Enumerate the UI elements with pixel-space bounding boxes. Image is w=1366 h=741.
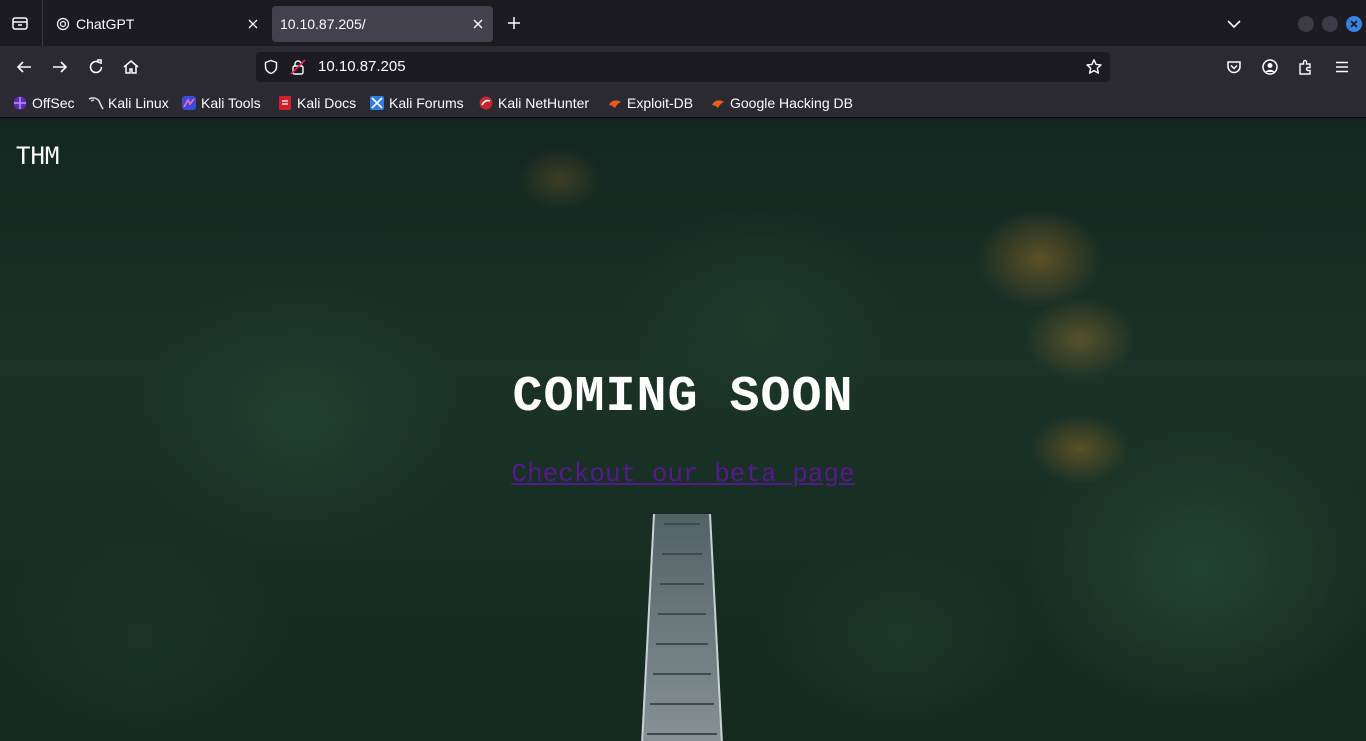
site-logo[interactable]: THM (16, 142, 59, 170)
exploit-db-icon (607, 95, 623, 111)
close-tab-icon[interactable] (244, 15, 262, 33)
bookmark-google-hacking-db[interactable]: Google Hacking DB (710, 94, 853, 112)
hamburger-menu-icon (1336, 61, 1348, 73)
beta-page-link[interactable]: Checkout our beta page (511, 459, 854, 489)
page-viewport: THM COMING SOON Checkout our beta page (0, 119, 1366, 741)
plus-icon (508, 17, 520, 29)
tab-title: 10.10.87.205/ (280, 16, 366, 32)
new-tab-button[interactable] (503, 12, 525, 34)
tab-strip: ChatGPT 10.10.87.205/ (0, 0, 1366, 46)
bookmark-exploit-db[interactable]: Exploit-DB (607, 94, 693, 112)
suspension-bridge-image (641, 514, 723, 741)
bookmark-star-icon[interactable] (1084, 57, 1104, 77)
url-text[interactable]: 10.10.87.205 (318, 58, 406, 75)
insecure-lock-icon[interactable] (289, 58, 307, 76)
offsec-icon (12, 95, 28, 111)
bookmark-label: Kali Linux (108, 95, 169, 111)
account-button[interactable] (1258, 55, 1282, 79)
app-menu-button[interactable] (1330, 55, 1354, 79)
kali-forums-icon (369, 95, 385, 111)
home-button[interactable] (119, 55, 143, 79)
close-tab-icon[interactable] (469, 15, 487, 33)
close-icon (1350, 20, 1358, 28)
tab-chatgpt[interactable]: ChatGPT (46, 6, 268, 42)
bookmark-offsec[interactable]: OffSec (12, 94, 75, 112)
navigation-toolbar: 10.10.87.205 (0, 46, 1366, 88)
tab-overflow-button[interactable] (1223, 13, 1245, 35)
bookmarks-toolbar: OffSec Kali Linux Kali Tools Kali Docs K… (0, 88, 1366, 118)
arrow-left-icon (16, 61, 31, 73)
kali-nethunter-icon (478, 95, 494, 111)
kali-docs-icon (277, 95, 293, 111)
list-all-tabs-button[interactable] (6, 9, 34, 37)
bookmark-label: Kali Docs (297, 95, 357, 111)
bookmark-label: Kali NetHunter (498, 95, 590, 111)
bookmark-label: Google Hacking DB (730, 95, 853, 111)
pocket-icon (1227, 61, 1241, 74)
maximize-window-button[interactable] (1322, 16, 1338, 32)
bookmark-label: Kali Forums (389, 95, 464, 111)
pocket-button[interactable] (1222, 55, 1246, 79)
bookmark-kali-docs[interactable]: Kali Docs (277, 94, 356, 112)
address-bar[interactable]: 10.10.87.205 (256, 52, 1110, 82)
puzzle-icon (1299, 59, 1311, 75)
tracking-protection-shield-icon[interactable] (262, 58, 280, 76)
kali-tools-icon (181, 95, 197, 111)
bookmark-kali-forums[interactable]: Kali Forums (369, 94, 464, 112)
tab-divider (42, 0, 43, 46)
close-window-button[interactable] (1346, 16, 1362, 32)
bookmark-label: OffSec (32, 95, 75, 111)
page-title: COMING SOON (512, 369, 854, 426)
reload-button[interactable] (84, 55, 108, 79)
forward-button[interactable] (48, 55, 72, 79)
account-icon (1262, 59, 1278, 75)
back-button[interactable] (12, 55, 36, 79)
bookmark-kali-nethunter[interactable]: Kali NetHunter (478, 94, 589, 112)
arrow-right-icon (53, 61, 68, 73)
bookmark-kali-tools[interactable]: Kali Tools (181, 94, 261, 112)
minimize-window-button[interactable] (1298, 16, 1314, 32)
tab-active-site[interactable]: 10.10.87.205/ (272, 6, 493, 42)
tab-manager-icon (12, 17, 28, 30)
exploit-db-icon (710, 95, 726, 111)
bookmark-label: Exploit-DB (627, 95, 694, 111)
extensions-button[interactable] (1294, 55, 1318, 79)
tab-title: ChatGPT (76, 16, 135, 32)
bookmark-kali-linux[interactable]: Kali Linux (88, 94, 169, 112)
openai-icon (56, 17, 70, 31)
home-icon (123, 60, 139, 74)
chevron-down-icon (1227, 20, 1241, 29)
bookmark-label: Kali Tools (201, 95, 261, 111)
kali-dragon-icon (88, 95, 104, 111)
reload-icon (89, 59, 103, 74)
